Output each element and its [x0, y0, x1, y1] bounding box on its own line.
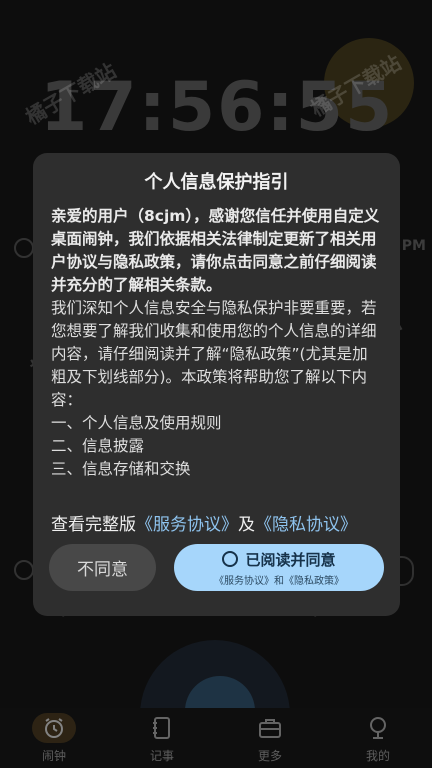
- decline-button[interactable]: 不同意: [49, 544, 156, 591]
- list-item: 二、信息披露: [51, 437, 145, 455]
- agreement-links: 查看完整版《服务协议》及《隐私协议》: [51, 510, 357, 535]
- dialog-title: 个人信息保护指引: [144, 172, 289, 193]
- links-prefix: 查看完整版: [51, 515, 136, 535]
- privacy-dialog: 个人信息保护指引 亲爱的用户（8cjm），感谢您信任并使用自定义桌面闹钟，我们依…: [33, 153, 400, 616]
- privacy-agreement-link[interactable]: 《隐私协议》: [255, 515, 357, 535]
- decline-label: 不同意: [77, 560, 128, 580]
- dialog-content: 亲爱的用户（8cjm），感谢您信任并使用自定义桌面闹钟，我们依据相关法律制定更新…: [51, 205, 382, 488]
- dialog-body: 我们深知个人信息安全与隐私保护非要重要，若您想要了解我们收集和使用您的个人信息的…: [51, 299, 377, 409]
- dialog-scroll-area[interactable]: 亲爱的用户（8cjm），感谢您信任并使用自定义桌面闹钟，我们依据相关法律制定更新…: [51, 205, 382, 488]
- accept-button[interactable]: 已阅读并同意 《服务协议》和《隐私政策》: [174, 544, 384, 591]
- service-agreement-link[interactable]: 《服务协议》: [136, 515, 238, 535]
- accept-sublabel: 《服务协议》和《隐私政策》: [214, 575, 344, 587]
- links-and: 及: [238, 515, 255, 535]
- list-item: 一、个人信息及使用规则: [51, 414, 222, 432]
- accept-label: 已阅读并同意: [245, 550, 336, 569]
- radio-circle-icon: [222, 551, 239, 567]
- policy-contents-list: 一、个人信息及使用规则 二、信息披露 三、信息存储和交换: [51, 412, 382, 481]
- dialog-intro: 亲爱的用户（8cjm），感谢您信任并使用自定义桌面闹钟，我们依据相关法律制定更新…: [51, 207, 380, 294]
- list-item: 三、信息存储和交换: [51, 460, 191, 478]
- accept-main: 已阅读并同意: [222, 549, 336, 570]
